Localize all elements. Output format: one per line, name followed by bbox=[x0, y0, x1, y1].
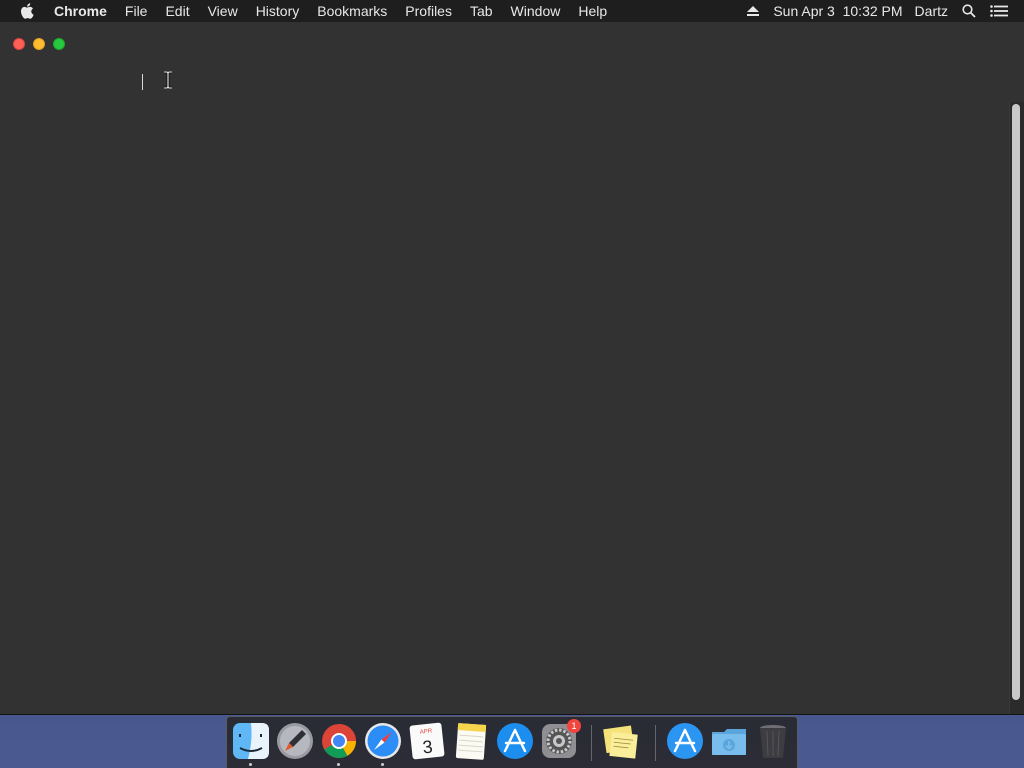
menu-bar: Chrome File Edit View History Bookmarks … bbox=[0, 0, 1024, 22]
scrollbar-thumb[interactable] bbox=[1012, 104, 1020, 700]
menu-edit[interactable]: Edit bbox=[165, 3, 189, 19]
dock-trash[interactable] bbox=[753, 721, 793, 761]
dock-system-preferences[interactable]: 1 bbox=[539, 719, 581, 761]
running-indicator bbox=[337, 763, 340, 766]
chrome-window bbox=[0, 22, 1024, 715]
menu-bookmarks[interactable]: Bookmarks bbox=[317, 3, 387, 19]
spotlight-search-icon[interactable] bbox=[962, 4, 976, 18]
dock-separator bbox=[655, 725, 656, 761]
calendar-icon: APR 3 bbox=[409, 722, 445, 760]
running-indicator bbox=[249, 763, 252, 766]
dock-finder[interactable] bbox=[231, 721, 271, 761]
eject-icon[interactable] bbox=[747, 5, 760, 17]
dock-chrome[interactable] bbox=[319, 721, 359, 761]
dock-notes[interactable] bbox=[451, 721, 491, 761]
menu-clock[interactable]: Sun Apr 3 10:32 PM bbox=[773, 3, 902, 19]
dock-downloads[interactable] bbox=[709, 721, 749, 761]
calendar-day: 3 bbox=[422, 736, 434, 757]
dock: APR 3 1 bbox=[226, 716, 798, 768]
menu-history[interactable]: History bbox=[256, 3, 300, 19]
finder-icon bbox=[233, 723, 269, 759]
menu-help[interactable]: Help bbox=[578, 3, 607, 19]
menu-profiles[interactable]: Profiles bbox=[405, 3, 452, 19]
zoom-button[interactable] bbox=[53, 38, 65, 50]
menu-user[interactable]: Dartz bbox=[915, 3, 948, 19]
menu-window[interactable]: Window bbox=[511, 3, 561, 19]
text-caret bbox=[142, 74, 143, 90]
window-controls bbox=[13, 38, 73, 50]
menu-view[interactable]: View bbox=[208, 3, 238, 19]
dock-separator bbox=[591, 725, 592, 761]
dock-safari[interactable] bbox=[363, 721, 403, 761]
app-store-icon bbox=[497, 723, 533, 759]
downloads-folder-icon bbox=[712, 729, 746, 755]
notes-icon bbox=[455, 723, 487, 760]
safari-icon bbox=[365, 723, 401, 759]
menu-app-name[interactable]: Chrome bbox=[54, 3, 107, 19]
chrome-icon bbox=[322, 724, 356, 758]
menu-tab[interactable]: Tab bbox=[470, 3, 493, 19]
dock-launchpad[interactable] bbox=[275, 721, 315, 761]
running-indicator bbox=[381, 763, 384, 766]
dock-app-store[interactable] bbox=[495, 721, 535, 761]
apple-icon[interactable] bbox=[20, 3, 36, 19]
dock-calendar[interactable]: APR 3 bbox=[407, 721, 447, 761]
minimize-button[interactable] bbox=[33, 38, 45, 50]
dock-app-store-stack[interactable] bbox=[665, 721, 705, 761]
app-store-folder-icon bbox=[667, 723, 703, 759]
menu-file[interactable]: File bbox=[125, 3, 148, 19]
ibeam-cursor-icon bbox=[164, 71, 172, 89]
status-menus: Sun Apr 3 10:32 PM Dartz bbox=[747, 0, 1024, 22]
stickies-icon bbox=[603, 725, 638, 759]
dock-stickies[interactable] bbox=[601, 721, 641, 761]
trash-icon bbox=[760, 725, 786, 758]
close-button[interactable] bbox=[13, 38, 25, 50]
notification-center-icon[interactable] bbox=[990, 5, 1008, 17]
notification-badge: 1 bbox=[567, 719, 581, 733]
launchpad-icon bbox=[277, 723, 313, 759]
